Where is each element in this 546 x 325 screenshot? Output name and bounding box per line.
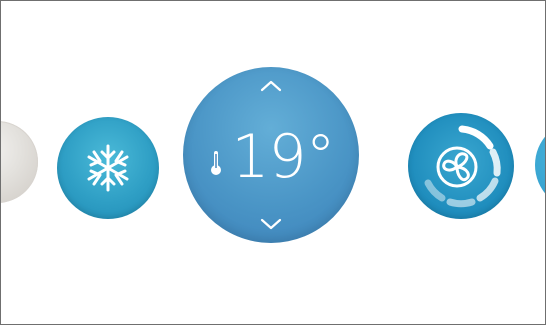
- left-mode-knob[interactable]: [1, 121, 38, 203]
- chevron-up-icon: [260, 80, 282, 92]
- thermometer-icon: [211, 151, 222, 175]
- temperature-value: 19°: [231, 122, 335, 192]
- temperature-dial[interactable]: 19°: [183, 67, 359, 243]
- fan-speed-button[interactable]: [408, 113, 514, 219]
- climate-control-panel: 19°: [0, 0, 546, 325]
- snowflake-icon: [87, 144, 129, 192]
- fan-icon: [436, 146, 478, 188]
- temperature-down-button[interactable]: [256, 213, 286, 235]
- right-mode-knob[interactable]: [535, 120, 545, 210]
- cooling-mode-button[interactable]: [57, 117, 159, 219]
- chevron-down-icon: [260, 218, 282, 230]
- temperature-display: 19°: [183, 122, 359, 192]
- temperature-up-button[interactable]: [256, 75, 286, 97]
